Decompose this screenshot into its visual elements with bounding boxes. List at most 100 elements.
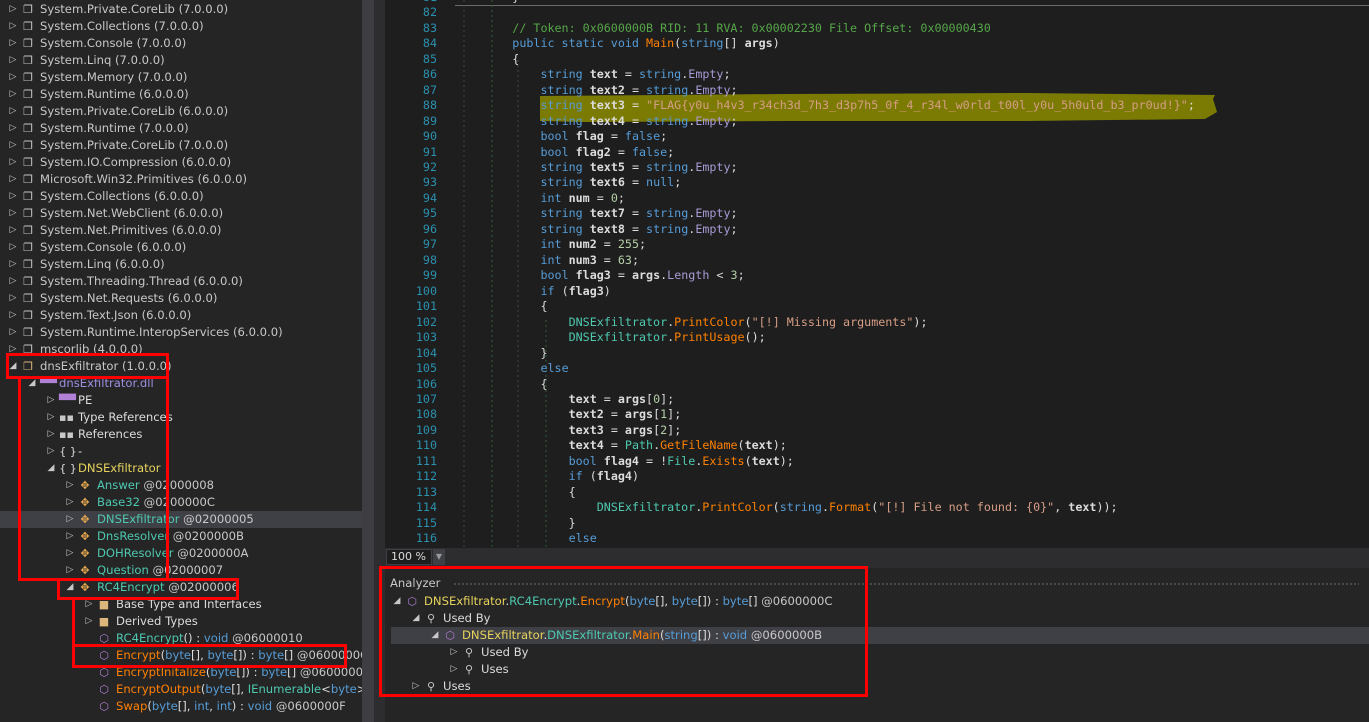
tree-item[interactable]: ▷ ✥ Answer @02000008 — [0, 477, 362, 494]
analyzer-item[interactable]: ▷ ⚲ Uses — [391, 661, 1369, 678]
tree-item[interactable]: ▷ ❐ System.Private.CoreLib (6.0.0.0) — [0, 103, 362, 120]
code-editor[interactable]: 81 }8283 // Token: 0x0600000B RID: 11 RV… — [385, 0, 1369, 548]
collapsed-arrow-icon[interactable]: ▷ — [449, 644, 459, 661]
collapsed-arrow-icon[interactable]: ▷ — [8, 307, 18, 324]
tree-item[interactable]: ▷ ❐ System.Private.CoreLib (7.0.0.0) — [0, 137, 362, 154]
tree-item[interactable]: ⬡ RC4Encrypt() : void @06000010 — [0, 630, 362, 647]
collapsed-arrow-icon[interactable]: ▷ — [8, 205, 18, 222]
assembly-explorer-tree[interactable]: ▷ ❐ System.Private.CoreLib (7.0.0.0) ▷ ❐ Syst… — [0, 0, 362, 722]
collapsed-arrow-icon[interactable]: ▷ — [84, 613, 94, 630]
analyzer-item[interactable]: ◢ ⚲ Used By — [391, 610, 1369, 627]
collapsed-arrow-icon[interactable]: ▷ — [8, 341, 18, 358]
collapsed-arrow-icon[interactable]: ▷ — [8, 69, 18, 86]
tree-item[interactable]: ⬡ Swap(byte[], int, int) : void @0600000F — [0, 698, 362, 715]
tree-item[interactable]: ▷ ❐ System.Private.CoreLib (7.0.0.0) — [0, 1, 362, 18]
collapsed-arrow-icon[interactable]: ▷ — [65, 494, 75, 511]
collapsed-arrow-icon[interactable]: ▷ — [84, 596, 94, 613]
expanded-arrow-icon[interactable]: ◢ — [27, 375, 37, 392]
collapsed-arrow-icon[interactable]: ▷ — [65, 511, 75, 528]
collapsed-arrow-icon[interactable]: ▷ — [65, 528, 75, 545]
tree-item[interactable]: ▷ ❐ System.Linq (6.0.0.0) — [0, 256, 362, 273]
tree-item[interactable]: ▷ ❐ System.Memory (7.0.0.0) — [0, 69, 362, 86]
tree-item[interactable]: ▷ ❐ System.IO.Compression (6.0.0.0) — [0, 154, 362, 171]
tree-item[interactable]: ▷ ❐ System.Console (7.0.0.0) — [0, 35, 362, 52]
collapsed-arrow-icon[interactable]: ▷ — [8, 103, 18, 120]
collapsed-arrow-icon[interactable]: ▷ — [8, 137, 18, 154]
tree-item[interactable]: ◢{ } DNSExfiltrator — [0, 460, 362, 477]
expanded-arrow-icon[interactable]: ◢ — [65, 579, 75, 596]
collapsed-arrow-icon[interactable]: ▷ — [46, 409, 56, 426]
collapsed-arrow-icon[interactable]: ▷ — [46, 443, 56, 460]
label-part: @02000005 — [179, 511, 254, 526]
collapsed-arrow-icon[interactable]: ▷ — [65, 545, 75, 562]
tree-item[interactable]: ▷ ▪▪ Type References — [0, 409, 362, 426]
tree-item[interactable]: ▷{ } - — [0, 443, 362, 460]
tree-scrollbar[interactable] — [362, 0, 374, 722]
tree-item[interactable]: ▷ ❐ System.Collections (7.0.0.0) — [0, 18, 362, 35]
tree-item[interactable]: ▷ ❐ mscorlib (4.0.0.0) — [0, 341, 362, 358]
tree-item[interactable]: ▷ ▀▀ PE — [0, 392, 362, 409]
tree-item[interactable]: ▷ ❐ System.Net.Requests (6.0.0.0) — [0, 290, 362, 307]
zoom-level-input[interactable]: 100 % — [386, 549, 432, 565]
collapsed-arrow-icon[interactable]: ▷ — [8, 1, 18, 18]
tree-item[interactable]: ▷ ❐ System.Linq (7.0.0.0) — [0, 52, 362, 69]
tree-item[interactable]: ▷ ❐ System.Console (6.0.0.0) — [0, 239, 362, 256]
panel-grip[interactable] — [453, 582, 1359, 586]
zoom-dropdown-icon[interactable]: ▼ — [433, 549, 445, 565]
tree-item[interactable]: ▷ ❐ Microsoft.Win32.Primitives (6.0.0.0) — [0, 171, 362, 188]
collapsed-arrow-icon[interactable]: ▷ — [8, 154, 18, 171]
expanded-arrow-icon[interactable]: ◢ — [430, 627, 440, 644]
code-token: = — [617, 67, 639, 82]
analyzer-item[interactable]: ▷ ⚲ Used By — [391, 644, 1369, 661]
collapsed-arrow-icon[interactable]: ▷ — [8, 35, 18, 52]
collapsed-arrow-icon[interactable]: ▷ — [8, 324, 18, 341]
tree-item[interactable]: ▷ ✥ DOHResolver @0200000A — [0, 545, 362, 562]
collapsed-arrow-icon[interactable]: ▷ — [411, 678, 421, 695]
analyzer-item[interactable]: ▷ ⚲ Uses — [391, 678, 1369, 695]
tree-item[interactable]: ⬡ Encrypt(byte[], byte[]) : byte[] @06000… — [0, 647, 362, 664]
tree-item[interactable]: ◢ ✥ RC4Encrypt @02000006 — [0, 579, 362, 596]
tree-item[interactable]: ⬡ EncryptOutput(byte[], IEnumerable<byte>… — [0, 681, 362, 698]
tree-item[interactable]: ▷ ❐ System.Threading.Thread (6.0.0.0) — [0, 273, 362, 290]
tree-item[interactable]: ◢ ❐ dnsExfiltrator (1.0.0.0) — [0, 358, 362, 375]
analyzer-item[interactable]: ◢ ⬡ DNSExfiltrator.DNSExfiltrator.Main(str… — [391, 626, 1369, 644]
tree-item[interactable]: ▷ ▪▪ References — [0, 426, 362, 443]
tree-item[interactable]: ◢ ▀▀ dnsExfiltrator.dll — [0, 375, 362, 392]
tree-item[interactable]: ▷ ❐ System.Runtime.InteropServices (6.0.0.… — [0, 324, 362, 341]
code-line: 84 public static void Main(string[] args… — [385, 36, 1369, 51]
collapsed-arrow-icon[interactable]: ▷ — [8, 239, 18, 256]
tree-item[interactable]: ▷ ■ Base Type and Interfaces — [0, 596, 362, 613]
collapsed-arrow-icon[interactable]: ▷ — [8, 120, 18, 137]
tree-item[interactable]: ▷ ❐ System.Collections (6.0.0.0) — [0, 188, 362, 205]
collapsed-arrow-icon[interactable]: ▷ — [46, 426, 56, 443]
collapsed-arrow-icon[interactable]: ▷ — [8, 171, 18, 188]
tree-item[interactable]: ▷ ✥ Question @02000007 — [0, 562, 362, 579]
analyzer-item[interactable]: ◢ ⬡ DNSExfiltrator.RC4Encrypt.Encrypt(byte… — [391, 593, 1369, 610]
collapsed-arrow-icon[interactable]: ▷ — [8, 273, 18, 290]
collapsed-arrow-icon[interactable]: ▷ — [65, 477, 75, 494]
collapsed-arrow-icon[interactable]: ▷ — [65, 562, 75, 579]
collapsed-arrow-icon[interactable]: ▷ — [8, 290, 18, 307]
tree-item[interactable]: ▷ ❐ System.Runtime (6.0.0.0) — [0, 86, 362, 103]
tree-item[interactable]: ▷ ❐ System.Net.WebClient (6.0.0.0) — [0, 205, 362, 222]
collapsed-arrow-icon[interactable]: ▷ — [8, 256, 18, 273]
collapsed-arrow-icon[interactable]: ▷ — [8, 222, 18, 239]
tree-item[interactable]: ⬡ EncryptInitalize(byte[]) : byte[] @0600… — [0, 664, 362, 681]
expanded-arrow-icon[interactable]: ◢ — [8, 358, 18, 375]
tree-item[interactable]: ▷ ✥ Base32 @0200000C — [0, 494, 362, 511]
tree-item[interactable]: ▷ ■ Derived Types — [0, 613, 362, 630]
collapsed-arrow-icon[interactable]: ▷ — [8, 86, 18, 103]
collapsed-arrow-icon[interactable]: ▷ — [46, 392, 56, 409]
collapsed-arrow-icon[interactable]: ▷ — [8, 52, 18, 69]
collapsed-arrow-icon[interactable]: ▷ — [449, 661, 459, 678]
expanded-arrow-icon[interactable]: ◢ — [411, 610, 421, 627]
tree-item[interactable]: ▷ ❐ System.Text.Json (6.0.0.0) — [0, 307, 362, 324]
expanded-arrow-icon[interactable]: ◢ — [392, 593, 402, 610]
tree-item[interactable]: ▷ ✥ DNSExfiltrator @02000005 — [0, 510, 362, 528]
collapsed-arrow-icon[interactable]: ▷ — [8, 18, 18, 35]
tree-item[interactable]: ▷ ❐ System.Runtime (7.0.0.0) — [0, 120, 362, 137]
expanded-arrow-icon[interactable]: ◢ — [46, 460, 56, 477]
collapsed-arrow-icon[interactable]: ▷ — [8, 188, 18, 205]
tree-item[interactable]: ▷ ❐ System.Net.Primitives (6.0.0.0) — [0, 222, 362, 239]
tree-item[interactable]: ▷ ✥ DnsResolver @0200000B — [0, 528, 362, 545]
